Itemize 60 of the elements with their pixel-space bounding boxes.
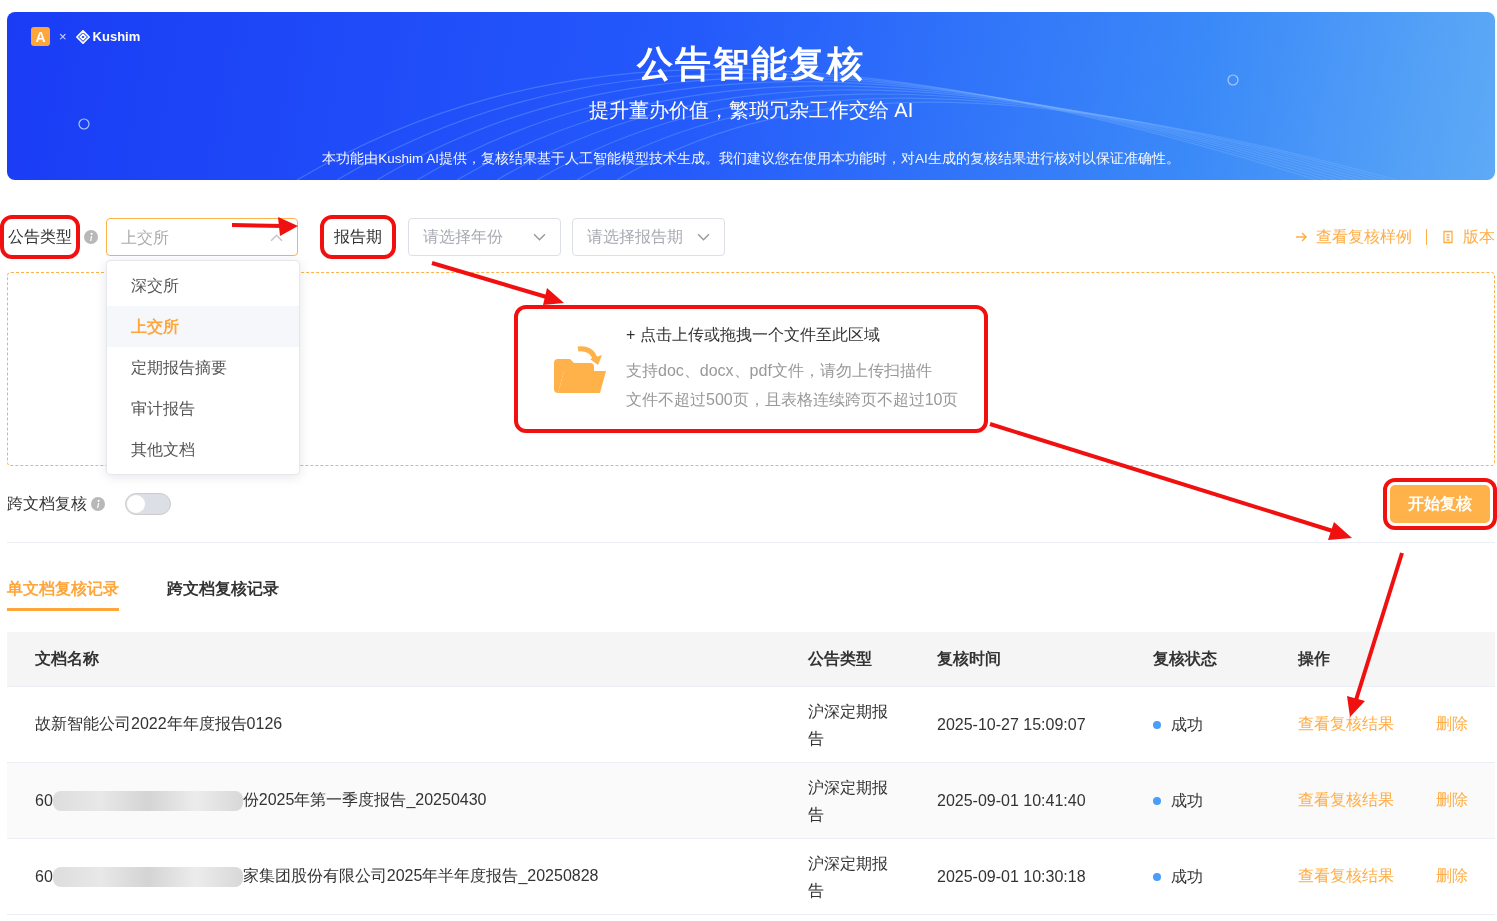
table-cell: 60 [35, 867, 53, 886]
field-label: 公告类型 [7, 228, 73, 245]
tab[interactable]: 单文档复核记录 [7, 579, 119, 611]
period-select[interactable]: 请选择报告期 [572, 218, 725, 256]
type-select[interactable]: 上交所 [106, 218, 298, 256]
column-header: 公告类型 [808, 648, 873, 669]
table-cell: 60 [35, 791, 53, 810]
status-text: 成功 [1171, 715, 1203, 735]
info-icon[interactable] [84, 230, 98, 244]
field-label: 报告期 [333, 228, 383, 245]
banner-subtitle: 提升董办价值，繁琐冗杂工作交给 AI [588, 98, 914, 123]
table-cell: 2025-09-01 10:30:18 [937, 867, 1086, 886]
column-header: 复核状态 [1153, 648, 1218, 669]
toggle-label: 跨文档复核 [7, 493, 87, 514]
chevron-icon [533, 232, 546, 242]
upload-hint: 支持doc、docx、pdf文件，请勿上传扫描件 [626, 360, 933, 381]
logo-mark: A [31, 27, 50, 46]
table-cell-text: 家集团股份有限公司2025年半年度报告_20250828 [242, 866, 599, 886]
table-cell-text: 故新智能公司2022年年度报告0126 [35, 714, 283, 734]
chevron-icon [697, 232, 710, 242]
chevron-icon [270, 232, 283, 242]
column-header: 操作 [1298, 648, 1331, 669]
view-result-link[interactable]: 查看复核结果 [1298, 714, 1394, 735]
start-review-button[interactable]: 开始复核 [1390, 485, 1490, 523]
delete-link[interactable]: 删除 [1436, 790, 1468, 811]
dropdown-option[interactable]: 审计报告 [107, 388, 299, 429]
arrow-right-icon [1294, 230, 1308, 244]
column-header: 复核时间 [937, 648, 1002, 669]
link[interactable]: 版本 [1463, 226, 1495, 248]
toggle-switch[interactable] [125, 493, 171, 515]
diamond-logo-icon [75, 29, 90, 44]
delete-link[interactable]: 删除 [1436, 714, 1468, 735]
view-result-link[interactable]: 查看复核结果 [1298, 866, 1394, 887]
annotation-arrow [231, 217, 298, 236]
ring-icon [1227, 74, 1239, 86]
banner-title: 公告智能复核 [637, 42, 865, 86]
status-text: 成功 [1171, 791, 1203, 811]
delete-link[interactable]: 删除 [1436, 866, 1468, 887]
table-cell: 2025-10-27 15:09:07 [937, 715, 1086, 734]
status-text: 成功 [1171, 867, 1203, 887]
table-cell-text: 沪深定期报告 [808, 777, 889, 825]
column-header: 文档名称 [35, 648, 100, 669]
disclaimer-text: 本功能由Kushim AI提供，复核结果基于人工智能模型技术生成。我们建议您在使用本功能时，对AI生成的复核结果进行核对以保证准确性。 [322, 150, 1180, 168]
brand-name: Kushim [92, 29, 141, 44]
table-cell-text: 份2025年第一季度报告_20250430 [242, 790, 487, 810]
table-cell-text: 沪深定期报告 [808, 853, 889, 901]
upload-title: + 点击上传或拖拽一个文件至此区域 [626, 324, 881, 345]
dropdown-option[interactable]: 定期报告摘要 [107, 347, 299, 388]
upload-hint: 文件不超过500页，且表格连续跨页不超过10页 [626, 389, 959, 410]
ring-icon [78, 118, 90, 130]
document-icon [1441, 230, 1455, 244]
tab[interactable]: 跨文档复核记录 [167, 579, 279, 611]
table-cell-text: 沪深定期报告 [808, 701, 889, 749]
dropdown-option[interactable]: 上交所 [107, 306, 299, 347]
link[interactable]: 查看复核样例 [1316, 226, 1412, 248]
logo-separator: × [59, 29, 67, 44]
info-icon[interactable] [91, 497, 105, 511]
view-result-link[interactable]: 查看复核结果 [1298, 790, 1394, 811]
year-select[interactable]: 请选择年份 [408, 218, 561, 256]
table-cell: 2025-09-01 10:41:40 [937, 791, 1086, 810]
